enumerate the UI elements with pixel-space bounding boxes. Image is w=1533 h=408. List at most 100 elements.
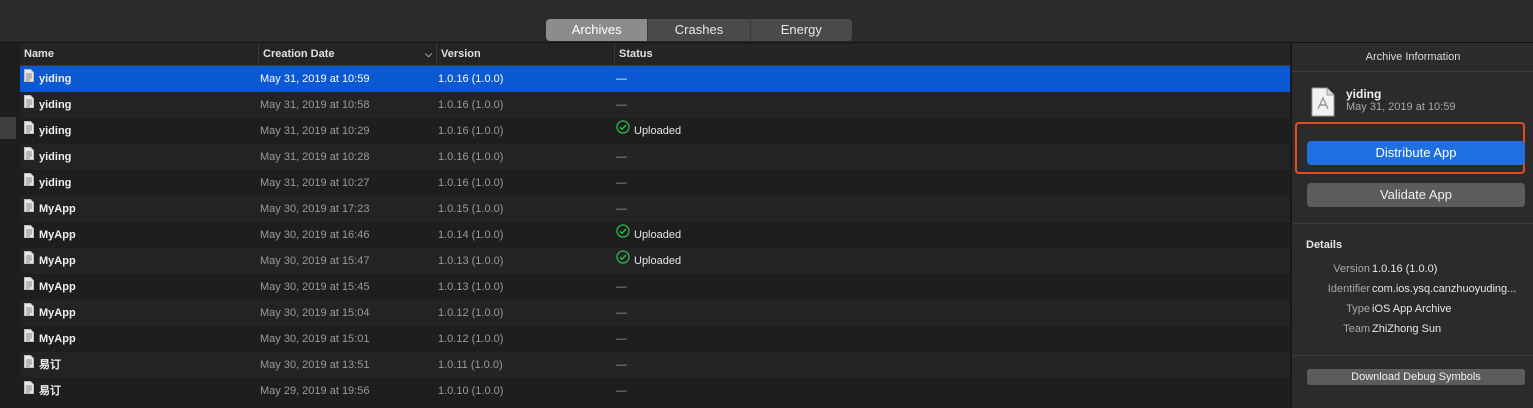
row-creation-date: May 30, 2019 at 15:01	[260, 333, 370, 345]
row-status-label: —	[616, 333, 627, 345]
column-header-version[interactable]: Version	[436, 43, 614, 65]
detail-value: 1.0.16 (1.0.0)	[1372, 263, 1438, 275]
detail-value: iOS App Archive	[1372, 303, 1452, 315]
row-name-cell: yiding	[24, 144, 71, 170]
table-row[interactable]: yiding May 31, 2019 at 10:59 1.0.16 (1.0.0…	[20, 66, 1290, 92]
detail-value: com.ios.ysq.canzhuoyuding...	[1372, 283, 1517, 295]
tab-crashes[interactable]: Crashes	[647, 19, 749, 41]
table-row[interactable]: MyApp May 30, 2019 at 16:46 1.0.14 (1.0.0)…	[20, 222, 1290, 248]
row-status-label: Uploaded	[634, 255, 682, 267]
row-status: Uploaded	[616, 222, 681, 248]
table-header: Name Creation Date ⌵ Version Status	[20, 43, 1290, 66]
table-row[interactable]: 易订 May 30, 2019 at 13:51 1.0.11 (1.0.0) —	[20, 352, 1290, 378]
archive-date: May 31, 2019 at 10:59	[1346, 101, 1456, 113]
row-status-label: —	[616, 281, 627, 293]
row-status-label: —	[616, 203, 627, 215]
row-creation-date: May 31, 2019 at 10:29	[260, 125, 370, 137]
row-status: —	[616, 144, 627, 170]
row-status: Uploaded	[616, 118, 681, 144]
archive-file-icon	[24, 66, 34, 92]
row-status-label: —	[616, 359, 627, 371]
column-header-creation-date-label: Creation Date	[263, 48, 335, 60]
row-name: yiding	[39, 177, 72, 189]
row-status: —	[616, 274, 627, 300]
archive-info-panel: Archive Information yiding May 31, 2019 …	[1291, 43, 1533, 408]
detail-row-type: Type iOS App Archive	[1292, 303, 1533, 323]
panel-title: Archive Information	[1365, 51, 1461, 63]
column-header-name[interactable]: Name	[20, 43, 258, 65]
row-creation-date: May 31, 2019 at 10:27	[260, 177, 370, 189]
archive-file-icon	[24, 274, 34, 300]
tab-energy[interactable]: Energy	[749, 19, 852, 41]
sort-descending-icon: ⌵	[425, 49, 432, 59]
table-row[interactable]: MyApp May 30, 2019 at 17:23 1.0.15 (1.0.0)…	[20, 196, 1290, 222]
row-version: 1.0.12 (1.0.0)	[438, 307, 504, 319]
download-debug-symbols-button[interactable]: Download Debug Symbols	[1307, 369, 1525, 385]
row-status: —	[616, 196, 627, 222]
detail-value: ZhiZhong Sun	[1372, 323, 1442, 335]
row-version: 1.0.16 (1.0.0)	[438, 125, 504, 137]
detail-row-team: Team ZhiZhong Sun	[1292, 323, 1533, 343]
sidebar-selected-item[interactable]	[0, 117, 16, 139]
archive-file-icon	[24, 92, 34, 118]
toolbar: Archives Crashes Energy	[0, 6, 1533, 43]
row-name-cell: MyApp	[24, 300, 76, 326]
row-creation-date: May 30, 2019 at 15:47	[260, 255, 370, 267]
detail-key: Version	[1333, 263, 1370, 275]
row-creation-date: May 30, 2019 at 15:04	[260, 307, 370, 319]
row-status-label: —	[616, 307, 627, 319]
row-creation-date: May 30, 2019 at 16:46	[260, 229, 370, 241]
row-name-cell: MyApp	[24, 222, 76, 248]
row-status-label: —	[616, 99, 627, 111]
validate-app-button[interactable]: Validate App	[1307, 183, 1525, 207]
archive-file-icon	[24, 144, 34, 170]
row-name: MyApp	[39, 229, 76, 241]
row-name-cell: MyApp	[24, 196, 76, 222]
row-version: 1.0.12 (1.0.0)	[438, 333, 504, 345]
row-name: yiding	[39, 125, 72, 137]
archive-file-icon	[24, 300, 34, 326]
table-row[interactable]: MyApp May 30, 2019 at 15:04 1.0.12 (1.0.0)…	[20, 300, 1290, 326]
archive-name: yiding	[1346, 87, 1382, 101]
row-status-label: Uploaded	[634, 229, 682, 241]
uploaded-check-icon	[616, 248, 630, 274]
archive-file-icon	[24, 352, 34, 378]
detail-key: Type	[1346, 303, 1370, 315]
row-creation-date: May 31, 2019 at 10:59	[260, 73, 370, 85]
row-status: —	[616, 92, 627, 118]
row-version: 1.0.15 (1.0.0)	[438, 203, 504, 215]
distribute-app-button[interactable]: Distribute App	[1307, 141, 1525, 165]
column-header-status[interactable]: Status	[614, 43, 1290, 65]
archive-file-icon	[24, 248, 34, 274]
row-name: MyApp	[39, 333, 76, 345]
table-row[interactable]: yiding May 31, 2019 at 10:58 1.0.16 (1.0.0…	[20, 92, 1290, 118]
row-name: MyApp	[39, 307, 76, 319]
archive-icon	[1310, 87, 1336, 122]
table-row[interactable]: yiding May 31, 2019 at 10:29 1.0.16 (1.0.0…	[20, 118, 1290, 144]
row-status-label: —	[616, 73, 627, 85]
table-row[interactable]: yiding May 31, 2019 at 10:28 1.0.16 (1.0.0…	[20, 144, 1290, 170]
divider	[1292, 223, 1533, 224]
row-status: —	[616, 378, 627, 404]
row-status-label: —	[616, 151, 627, 163]
table-row[interactable]: MyApp May 30, 2019 at 15:01 1.0.12 (1.0.0)…	[20, 326, 1290, 352]
column-header-creation-date[interactable]: Creation Date ⌵	[258, 43, 436, 65]
row-name-cell: yiding	[24, 118, 71, 144]
row-status: —	[616, 352, 627, 378]
row-name: 易订	[39, 385, 61, 397]
archive-file-icon	[24, 222, 34, 248]
row-version: 1.0.13 (1.0.0)	[438, 255, 504, 267]
tab-archives[interactable]: Archives	[546, 19, 648, 41]
row-name: MyApp	[39, 203, 76, 215]
table-row[interactable]: MyApp May 30, 2019 at 15:47 1.0.13 (1.0.0)…	[20, 248, 1290, 274]
detail-row-identifier: Identifier com.ios.ysq.canzhuoyuding...	[1292, 283, 1533, 303]
table-row[interactable]: MyApp May 30, 2019 at 15:45 1.0.13 (1.0.0)…	[20, 274, 1290, 300]
uploaded-check-icon	[616, 222, 630, 248]
row-name-cell: 易订	[24, 352, 61, 378]
row-name: 易订	[39, 359, 61, 371]
detail-row-version: Version 1.0.16 (1.0.0)	[1292, 263, 1533, 283]
details-heading: Details	[1306, 239, 1343, 251]
table-row[interactable]: yiding May 31, 2019 at 10:27 1.0.16 (1.0.0…	[20, 170, 1290, 196]
archive-file-icon	[24, 170, 34, 196]
table-row[interactable]: 易订 May 29, 2019 at 19:56 1.0.10 (1.0.0) —	[20, 378, 1290, 404]
